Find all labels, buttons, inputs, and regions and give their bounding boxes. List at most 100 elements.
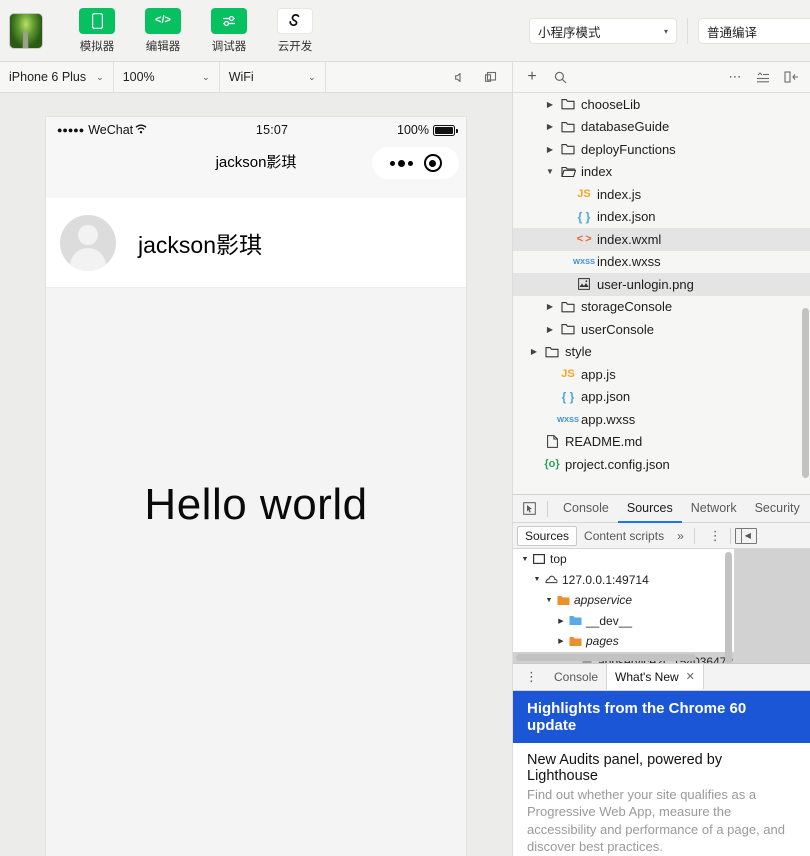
debug-sliders-icon: [211, 7, 247, 34]
subtab-content-scripts[interactable]: Content scripts: [577, 527, 671, 545]
sources-tree-vscrollbar[interactable]: [725, 552, 732, 663]
file-tree-row[interactable]: WXSS app.wxss: [513, 408, 810, 431]
battery-percent: 100%: [397, 123, 429, 137]
sources-tree-row[interactable]: ▶ __dev__: [513, 611, 734, 632]
tab-sources[interactable]: Sources: [618, 495, 682, 523]
sources-more-options-icon[interactable]: ⋮: [701, 529, 730, 542]
simulator-area: ●●●●● WeChat 15:07 100% jackson影琪 jackso…: [0, 93, 512, 856]
toolbar-divider: [729, 527, 731, 544]
drawer-tab-whats-new[interactable]: What's New ✕: [606, 663, 704, 691]
sources-subtabbar: Sources Content scripts » ⋮ ◀: [513, 523, 810, 549]
capsule-target-icon[interactable]: [423, 154, 442, 172]
compile-select[interactable]: 普通编译: [698, 18, 810, 44]
twisty-expanded-icon[interactable]: ▼: [543, 167, 557, 176]
file-tree-row[interactable]: JS index.js: [513, 183, 810, 206]
drawer-tab-console[interactable]: Console: [546, 664, 606, 690]
tab-security[interactable]: Security: [746, 495, 809, 523]
twisty-expanded-icon[interactable]: ▼: [519, 556, 531, 563]
network-select[interactable]: WiFi ⌄: [219, 62, 326, 92]
file-tree-row[interactable]: { } index.json: [513, 206, 810, 229]
device-select-value: iPhone 6 Plus: [9, 70, 87, 84]
whats-new-body: New Audits panel, powered by Lighthouse …: [513, 743, 810, 856]
simulator-toolbar: iPhone 6 Plus ⌄ 100% ⌄ WiFi ⌄ + ⋯: [0, 62, 810, 93]
tab-console[interactable]: Console: [554, 495, 618, 523]
twisty-collapsed-icon[interactable]: ▶: [555, 637, 567, 645]
file-tree-row[interactable]: { } app.json: [513, 386, 810, 409]
file-tree-row[interactable]: README.md: [513, 431, 810, 454]
simulator-selects: iPhone 6 Plus ⌄ 100% ⌄ WiFi ⌄: [0, 62, 326, 92]
twisty-collapsed-icon[interactable]: ▶: [543, 122, 557, 131]
file-tree-row[interactable]: ▶ deployFunctions: [513, 138, 810, 161]
file-tree-row[interactable]: {o} project.config.json: [513, 453, 810, 476]
file-tree-row[interactable]: ▶ chooseLib: [513, 93, 810, 116]
folder-orange-icon: [567, 636, 583, 647]
mode-select[interactable]: 小程序模式 ▾: [529, 18, 677, 44]
dock-right-icon[interactable]: [778, 62, 804, 92]
capsule-menu-dots[interactable]: [389, 159, 413, 167]
sources-tree-row[interactable]: ▼ 127.0.0.1:49714: [513, 570, 734, 591]
search-icon[interactable]: [547, 62, 573, 92]
sources-editor-area[interactable]: [735, 549, 810, 663]
capsule-buttons[interactable]: [372, 147, 459, 179]
file-tree-row[interactable]: ▶ databaseGuide: [513, 116, 810, 139]
file-tree-row-label: user-unlogin.png: [597, 276, 694, 292]
more-horizontal-icon[interactable]: ⋯: [722, 62, 748, 92]
file-tree-row[interactable]: ▼ index: [513, 161, 810, 184]
overflow-chevron-icon[interactable]: »: [671, 529, 690, 543]
show-panel-icon[interactable]: ◀: [734, 527, 757, 544]
close-icon[interactable]: ✕: [686, 664, 695, 690]
folder-icon: [557, 143, 579, 155]
twisty-collapsed-icon[interactable]: ▶: [527, 347, 541, 356]
file-tree-row[interactable]: ▶ style: [513, 341, 810, 364]
file-tree-row-label: storageConsole: [581, 299, 673, 315]
file-tree-scrollbar[interactable]: [802, 308, 809, 478]
drawer-tabbar: ⋮ Console What's New ✕: [513, 663, 810, 691]
status-time: 15:07: [255, 123, 289, 137]
toolbar-editor-label: 编辑器: [145, 40, 181, 53]
user-avatar-thumbnail[interactable]: [9, 12, 43, 49]
sources-tree-row[interactable]: ▶ pages: [513, 631, 734, 652]
whats-new-banner: Highlights from the Chrome 60 update: [513, 690, 810, 743]
twisty-expanded-icon[interactable]: ▼: [531, 576, 543, 583]
sources-tree-hscrollbar[interactable]: [516, 653, 696, 661]
mute-speaker-icon[interactable]: [447, 62, 473, 92]
toolbar-simulator-button[interactable]: 模拟器: [73, 7, 121, 54]
folder-orange-icon: [555, 595, 571, 606]
toolbar-debugger-button[interactable]: 调试器: [205, 7, 253, 54]
zoom-select[interactable]: 100% ⌄: [113, 62, 220, 92]
file-tree-row[interactable]: WXSS index.wxss: [513, 251, 810, 274]
twisty-collapsed-icon[interactable]: ▶: [543, 145, 557, 154]
twisty-collapsed-icon[interactable]: ▶: [543, 100, 557, 109]
drawer-more-options-icon[interactable]: ⋮: [517, 670, 546, 683]
sources-tree-row[interactable]: ▼ appservice: [513, 590, 734, 611]
sources-tree-row-label: appservice: [574, 593, 633, 608]
plus-icon[interactable]: +: [519, 62, 545, 92]
twisty-collapsed-icon[interactable]: ▶: [543, 325, 557, 334]
outline-list-icon[interactable]: [750, 62, 776, 92]
twisty-expanded-icon[interactable]: ▼: [543, 597, 555, 604]
sources-tree-row[interactable]: ▼ top: [513, 549, 734, 570]
file-tree-row[interactable]: ▶ storageConsole: [513, 296, 810, 319]
file-tree-row-label: app.wxss: [581, 411, 636, 427]
profile-card[interactable]: jackson影琪: [46, 198, 466, 288]
subtab-sources[interactable]: Sources: [517, 525, 578, 546]
twisty-collapsed-icon[interactable]: ▶: [543, 302, 557, 311]
twisty-collapsed-icon[interactable]: ▶: [555, 617, 567, 625]
toolbar-divider: [687, 18, 688, 44]
inspect-element-icon[interactable]: [517, 498, 541, 520]
file-tree-row-label: index.json: [597, 209, 656, 225]
tab-network[interactable]: Network: [682, 495, 746, 523]
file-tree-row[interactable]: JS app.js: [513, 363, 810, 386]
copy-window-icon[interactable]: [478, 62, 504, 92]
file-tree-row[interactable]: < > index.wxml: [513, 228, 810, 251]
device-select[interactable]: iPhone 6 Plus ⌄: [0, 62, 114, 92]
toolbar-cloud-dev-button[interactable]: 云开发: [271, 7, 319, 54]
phone-simulator[interactable]: ●●●●● WeChat 15:07 100% jackson影琪 jackso…: [46, 117, 466, 856]
file-tree-row-label: deployFunctions: [581, 141, 676, 157]
file-tree-row[interactable]: user-unlogin.png: [513, 273, 810, 296]
file-tree-row[interactable]: ▶ userConsole: [513, 318, 810, 341]
sources-tree-row-label: pages: [586, 634, 619, 649]
file-tree-row-label: databaseGuide: [581, 119, 670, 135]
file-tree-row-label: userConsole: [581, 321, 654, 337]
toolbar-editor-button[interactable]: </> 编辑器: [139, 7, 187, 54]
